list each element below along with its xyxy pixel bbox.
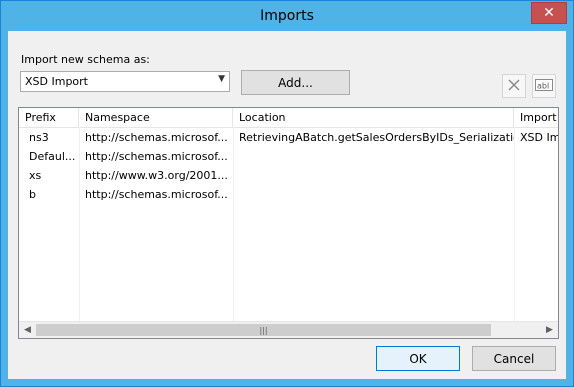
ok-button-label: OK <box>409 351 427 366</box>
rename-button[interactable]: abl <box>532 74 556 98</box>
ok-button[interactable]: OK <box>376 346 460 371</box>
import-schema-label: Import new schema as: <box>21 53 150 66</box>
import-cell: XSD Im <box>520 131 559 144</box>
grid-header: Prefix Namespace Location Import <box>19 108 558 128</box>
close-button[interactable]: ✕ <box>531 2 567 24</box>
location-cell <box>233 185 514 204</box>
namespace-cell: http://schemas.microsof... <box>85 150 228 163</box>
column-header-namespace[interactable]: Namespace <box>79 108 233 127</box>
chevron-down-icon: ▼ <box>218 74 225 84</box>
prefix-cell: Defaul... <box>29 150 76 163</box>
prefix-cell: b <box>29 188 36 201</box>
add-button-label: Add... <box>278 75 313 90</box>
delete-icon <box>507 78 521 95</box>
imports-dialog: Imports ✕ Import new schema as: XSD Impo… <box>0 0 574 387</box>
dialog-body: Import new schema as: XSD Import ▼ Add..… <box>8 31 566 379</box>
prefix-cell: ns3 <box>29 131 49 144</box>
import-cell <box>514 185 558 204</box>
column-header-import[interactable]: Import <box>514 108 558 127</box>
import-type-value: XSD Import <box>25 75 88 88</box>
prefix-cell: xs <box>29 169 42 182</box>
rename-icon: abl <box>535 78 553 95</box>
location-cell <box>233 147 514 166</box>
scroll-left-icon[interactable]: ◀ <box>19 322 36 338</box>
cancel-button-label: Cancel <box>493 351 535 366</box>
namespace-cell: http://schemas.microsof... <box>85 188 228 201</box>
scroll-thumb[interactable]: ||| <box>36 324 491 336</box>
horizontal-scrollbar[interactable]: ◀ ||| ▶ <box>19 321 558 338</box>
namespace-cell: http://schemas.microsof... <box>85 131 228 144</box>
table-row[interactable]: Defaul... http://schemas.microsof... <box>19 147 558 166</box>
column-header-location[interactable]: Location <box>233 108 514 127</box>
table-row[interactable]: xs http://www.w3.org/2001... <box>19 166 558 185</box>
location-cell: RetrievingABatch.getSalesOrdersByIDs_Ser… <box>239 131 514 144</box>
add-button[interactable]: Add... <box>241 70 350 95</box>
delete-button[interactable] <box>502 74 526 98</box>
import-cell <box>514 166 558 185</box>
import-cell <box>514 147 558 166</box>
imports-grid: Prefix Namespace Location Import ns3 htt… <box>18 107 559 339</box>
table-row[interactable]: b http://schemas.microsof... <box>19 185 558 204</box>
window-title: Imports <box>260 8 314 24</box>
import-type-select[interactable]: XSD Import ▼ <box>20 71 230 92</box>
namespace-cell: http://www.w3.org/2001... <box>85 169 228 182</box>
location-cell <box>233 166 514 185</box>
column-header-prefix[interactable]: Prefix <box>19 108 79 127</box>
cancel-button[interactable]: Cancel <box>472 346 556 371</box>
scroll-right-icon[interactable]: ▶ <box>541 322 558 338</box>
table-row[interactable]: ns3 http://schemas.microsof... Retrievin… <box>19 128 558 147</box>
svg-text:abl: abl <box>537 81 549 90</box>
title-bar: Imports ✕ <box>1 1 573 31</box>
